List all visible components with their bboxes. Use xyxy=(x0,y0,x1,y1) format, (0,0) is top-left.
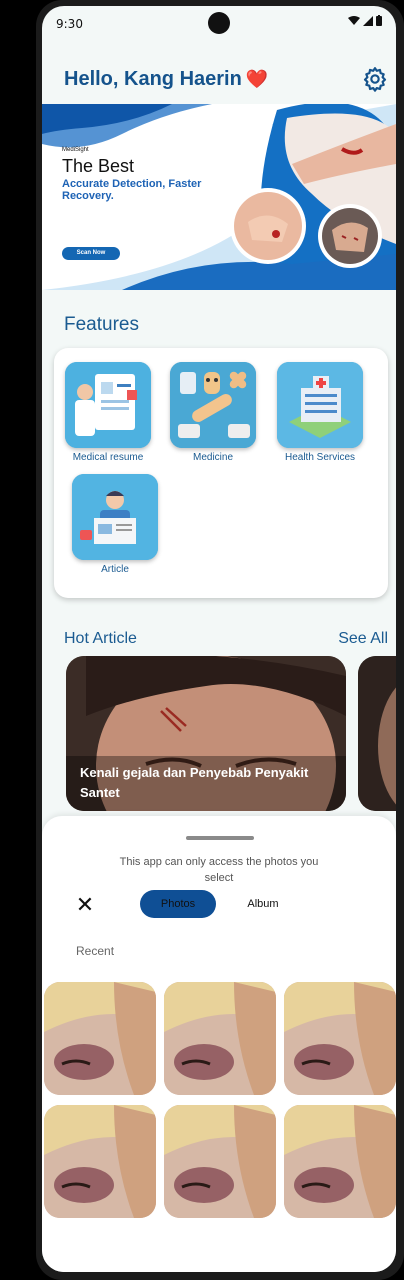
banner-title: The Best xyxy=(62,156,135,176)
feature-medical-resume[interactable]: Medical resume xyxy=(63,362,153,463)
photo-thumbnail[interactable] xyxy=(284,1105,396,1218)
health-services-icon xyxy=(277,362,363,448)
wifi-icon xyxy=(348,15,360,25)
app-header: Hello, Kang Haerin ❤️ xyxy=(42,56,396,96)
picker-notice: This app can only access the photos you … xyxy=(119,856,319,884)
status-time: 9:30 xyxy=(56,17,83,31)
phone-frame: 9:30 Hello, Kang Haerin ❤️ MediSight The… xyxy=(36,0,404,1280)
app-screen: 9:30 Hello, Kang Haerin ❤️ MediSight The… xyxy=(42,6,396,1272)
photo-thumbnail[interactable] xyxy=(164,1105,276,1218)
heart-icon: ❤️ xyxy=(245,69,269,89)
tab-album[interactable]: Album xyxy=(242,890,284,918)
feature-label: Medicine xyxy=(192,452,234,463)
recent-label: Recent xyxy=(76,944,115,958)
feature-medicine[interactable]: Medicine xyxy=(168,362,258,463)
photo-thumbnail[interactable] xyxy=(44,982,156,1095)
article-icon xyxy=(72,474,158,560)
article-card[interactable]: Kenali gejala dan Penyebab Penyakit Sant… xyxy=(66,656,346,811)
tab-photos[interactable]: Photos xyxy=(140,890,216,918)
status-icons xyxy=(348,15,382,26)
article-image xyxy=(358,656,396,811)
feature-label: Health Services xyxy=(284,452,356,463)
feature-label: Medical resume xyxy=(72,452,144,463)
medicine-icon xyxy=(170,362,256,448)
article-card-next[interactable] xyxy=(358,656,396,811)
scan-now-button[interactable]: Scan Now xyxy=(62,247,120,260)
camera-cutout xyxy=(208,12,230,34)
signal-icon xyxy=(363,15,373,26)
features-title: Features xyxy=(64,314,139,335)
greeting-text: Hello, Kang Haerin xyxy=(64,68,242,90)
close-icon[interactable]: ✕ xyxy=(74,894,96,916)
photo-thumbnail[interactable] xyxy=(284,982,396,1095)
hot-article-title: Hot Article xyxy=(64,630,137,647)
photo-thumbnail[interactable] xyxy=(164,982,276,1095)
battery-icon xyxy=(376,15,382,26)
feature-health-services[interactable]: Health Services xyxy=(275,362,365,463)
promo-banner[interactable]: MediSight The Best Accurate Detection, F… xyxy=(42,104,396,290)
photo-picker-sheet: This app can only access the photos you … xyxy=(42,816,396,1272)
status-bar: 9:30 xyxy=(42,6,396,42)
greeting-title: Hello, Kang Haerin ❤️ xyxy=(64,68,268,91)
banner-brand: MediSight xyxy=(62,147,89,153)
article-caption: Kenali gejala dan Penyebab Penyakit Sant… xyxy=(80,765,309,800)
feature-label: Article xyxy=(101,564,129,575)
feature-article[interactable]: Article xyxy=(70,474,160,575)
banner-subtitle: Accurate Detection, Faster Recovery. xyxy=(62,178,202,202)
features-card: Medical resume Medicine Health Services … xyxy=(54,348,388,598)
photo-thumbnail[interactable] xyxy=(44,1105,156,1218)
gear-icon[interactable] xyxy=(362,66,388,92)
see-all-link[interactable]: See All xyxy=(338,630,388,648)
drag-handle[interactable] xyxy=(186,836,254,840)
medical-resume-icon xyxy=(65,362,151,448)
